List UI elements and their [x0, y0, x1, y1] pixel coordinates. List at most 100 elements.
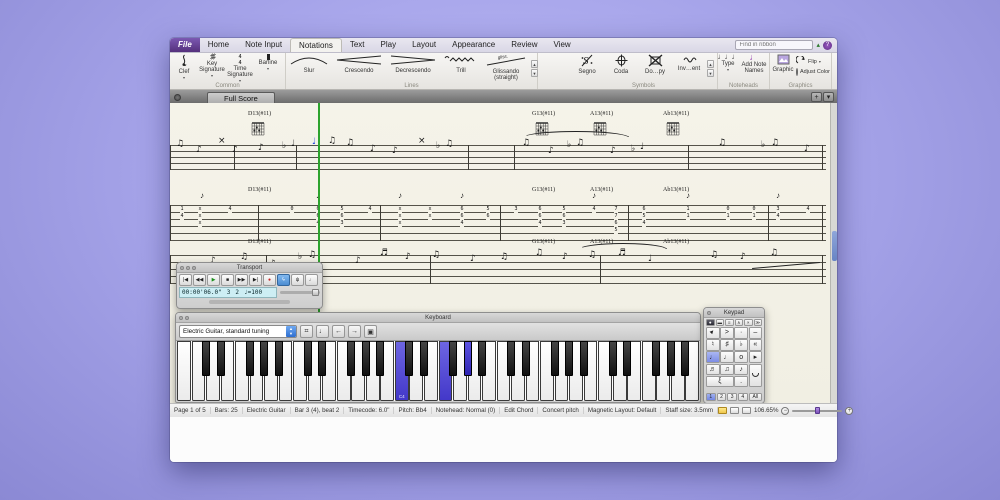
ribbon-item-coda[interactable]: Coda — [604, 54, 638, 82]
zoom-slider[interactable] — [792, 407, 843, 414]
follow-playback-button[interactable]: ▣ — [364, 325, 377, 338]
black-key[interactable] — [579, 341, 588, 376]
black-key[interactable] — [260, 341, 269, 376]
augmentation-dot-key[interactable]: . — [734, 375, 748, 388]
ribbon-item-crescendo[interactable]: Crescendo — [332, 54, 386, 82]
ribbon-item-segno[interactable]: S Segno — [570, 54, 604, 82]
ribbon-item-clef[interactable]: Clef ▾ — [170, 54, 198, 82]
collapse-ribbon-icon[interactable]: ▴ — [816, 41, 820, 49]
rewind-button[interactable]: ◀◀ — [193, 274, 206, 286]
panel-window-buttons[interactable] — [707, 311, 711, 315]
ribbon-tab-play[interactable]: Play — [373, 38, 405, 52]
ribbon-tab-file[interactable]: File — [170, 38, 200, 52]
black-key[interactable] — [449, 341, 458, 376]
status-segment[interactable]: Timecode: 6.0" — [344, 407, 395, 414]
note-input-toggle[interactable]: ♩ — [316, 325, 329, 338]
ribbon-item-add-note-names[interactable]: ♩ Add Note Names — [738, 53, 770, 82]
status-segment[interactable]: Pitch: Bb4 — [394, 407, 432, 414]
instrument-stepper[interactable]: ▲ ▼ — [286, 326, 296, 337]
tie-key[interactable] — [748, 363, 763, 388]
flexi-time-button[interactable]: ψ — [291, 274, 304, 286]
keypad-layout-tab-3[interactable]: ≡ — [725, 319, 734, 326]
black-key[interactable] — [376, 341, 385, 376]
tab-menu-button[interactable]: ▾ — [823, 92, 834, 102]
ribbon-item-inv-ent[interactable]: Inv…ent — [672, 54, 706, 82]
black-key[interactable] — [361, 341, 370, 376]
whole-note-key[interactable]: o — [734, 351, 748, 363]
keypad-layout-tab-2[interactable]: ▬ — [715, 319, 724, 326]
ribbon-item-graphic[interactable]: Graphic — [770, 54, 796, 82]
keypad-layout-tab-1[interactable]: ● — [706, 319, 715, 326]
rest-key[interactable]: ξ — [706, 375, 734, 388]
status-segment[interactable]: Staff size: 3.5mm — [661, 407, 719, 414]
black-key[interactable] — [405, 341, 414, 376]
ribbon-tab-appearance[interactable]: Appearance — [444, 38, 503, 52]
instrument-select[interactable]: Electric Guitar, standard tuning ▲ ▼ — [179, 325, 297, 338]
thirtysecond-note-key[interactable]: ♬ — [706, 363, 720, 376]
quarter-note-key[interactable]: ♩ — [706, 351, 720, 363]
black-key[interactable] — [550, 341, 559, 376]
view-mode-icon[interactable] — [730, 407, 740, 414]
black-key[interactable] — [318, 341, 327, 376]
black-key[interactable] — [565, 341, 574, 376]
voice-button-all[interactable]: All — [748, 393, 763, 401]
ribbon-item-adjust-color[interactable]: Adjust Color — [796, 68, 830, 76]
ribbon-item-type[interactable]: ♩♩♩ Type ▾ — [718, 53, 740, 82]
black-key[interactable] — [623, 341, 632, 376]
ribbon-tab-text[interactable]: Text — [342, 38, 373, 52]
ribbon-item-do-py[interactable]: Do…py — [638, 54, 672, 82]
accent-key[interactable]: > — [720, 327, 734, 339]
status-segment[interactable]: Edit Chord — [500, 407, 539, 414]
qwerty-input-toggle[interactable]: ⌗ — [300, 325, 313, 338]
black-key[interactable] — [216, 341, 225, 376]
natural-key[interactable]: ♮ — [706, 339, 720, 351]
ribbon-tab-note-input[interactable]: Note Input — [237, 38, 290, 52]
ribbon-tab-view[interactable]: View — [546, 38, 579, 52]
cue-key[interactable]: ▸ — [748, 351, 763, 363]
octave-down-button[interactable]: ← — [332, 325, 345, 338]
step-back-key[interactable]: « — [748, 339, 763, 351]
keypad-layout-tab-4[interactable]: ∧ — [734, 319, 743, 326]
voice-button-3[interactable]: 3 — [727, 393, 737, 401]
black-key[interactable] — [274, 341, 283, 376]
black-key[interactable] — [419, 341, 428, 376]
zoom-slider-thumb[interactable] — [814, 407, 820, 414]
skip-to-end-button[interactable]: ▶| — [249, 274, 262, 286]
sharp-key[interactable]: ♯ — [720, 339, 734, 351]
ribbon-tab-notations[interactable]: Notations — [290, 38, 342, 52]
zoom-in-button[interactable]: + — [845, 406, 854, 415]
ribbon-item-trill[interactable]: Trill — [440, 54, 482, 82]
scrollbar-thumb[interactable] — [832, 231, 837, 261]
view-mode-icon[interactable] — [742, 407, 752, 414]
click-button[interactable]: ♩ — [305, 274, 318, 286]
black-key[interactable] — [347, 341, 356, 376]
score-vertical-scrollbar[interactable] — [830, 103, 837, 403]
record-button[interactable]: ● — [263, 274, 276, 286]
status-segment[interactable]: Magnetic Layout: Default — [584, 407, 662, 414]
transport-scrollbar[interactable] — [209, 300, 290, 304]
status-segment[interactable]: Page 1 of 5 — [170, 407, 211, 414]
piano-keyboard[interactable]: C4 — [177, 341, 700, 401]
tempo-slider-thumb[interactable] — [312, 288, 319, 296]
find-in-ribbon-input[interactable] — [735, 40, 814, 50]
status-segment[interactable]: Bars: 25 — [211, 407, 243, 414]
black-key[interactable] — [681, 341, 690, 376]
voice-button-1[interactable]: 1 — [706, 393, 716, 401]
black-key[interactable] — [303, 341, 312, 376]
black-key[interactable] — [521, 341, 530, 376]
tenuto-key[interactable]: – — [748, 327, 763, 339]
status-segment[interactable]: Electric Guitar — [243, 407, 291, 414]
status-segment[interactable]: Notehead: Normal (0) — [432, 407, 501, 414]
ribbon-item-key-signature[interactable]: ♯♯ Key Signature ▾ — [198, 53, 226, 82]
staccato-key[interactable]: · — [734, 327, 748, 339]
scroll-up-button[interactable]: ▲ — [707, 59, 714, 68]
scroll-down-button[interactable]: ▼ — [531, 68, 538, 77]
play-button[interactable]: ▶ — [207, 274, 220, 286]
skip-to-start-button[interactable]: |◀ — [179, 274, 192, 286]
stop-button[interactable]: ■ — [221, 274, 234, 286]
ribbon-tab-home[interactable]: Home — [200, 38, 237, 52]
help-icon[interactable]: ? — [823, 40, 832, 50]
keypad-layout-tab-5[interactable]: × — [744, 319, 753, 326]
octave-up-button[interactable]: → — [348, 325, 361, 338]
scroll-down-button[interactable]: ▼ — [707, 68, 714, 77]
